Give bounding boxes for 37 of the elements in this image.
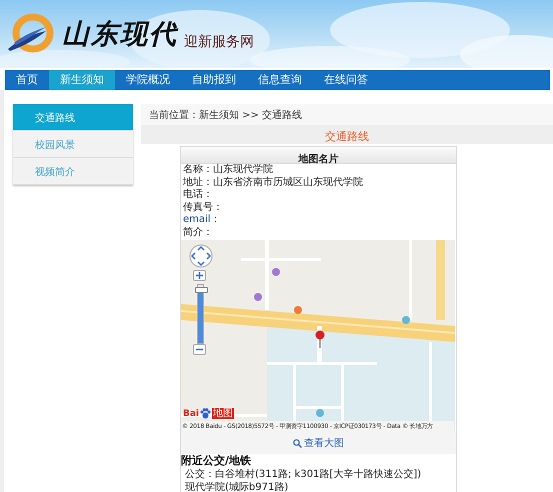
minus-icon	[196, 346, 203, 353]
map-logo-text: Bai	[183, 408, 200, 418]
view-larger-link[interactable]: 查看大图	[293, 436, 344, 450]
site-subtitle: 迎新服务网	[184, 33, 254, 51]
sidebar-item[interactable]: 交通路线	[13, 104, 133, 131]
zoom-in-button[interactable]	[193, 270, 206, 281]
page-title: 交通路线	[325, 130, 369, 143]
sidebar-item[interactable]: 校园风景	[13, 131, 133, 158]
transit-line: 公交：白谷堆村(311路; k301路[大辛十路快速公交])	[184, 468, 422, 481]
plus-icon	[196, 272, 203, 279]
field-value: 山东省济南市历城区山东现代学院	[213, 176, 363, 188]
card-title: 地图名片	[298, 154, 338, 165]
map-logo-label: 地图	[212, 408, 234, 419]
field-link[interactable]: email：	[183, 214, 221, 225]
field-label: 名称：	[183, 164, 213, 175]
transit-line: 现代学院(城际b971路)	[184, 481, 290, 492]
paw-icon	[200, 408, 212, 419]
nav-tab[interactable]: 信息查询	[247, 70, 313, 90]
field-label: 传真号：	[183, 202, 223, 212]
search-icon	[293, 438, 302, 448]
pan-button[interactable]	[189, 244, 213, 268]
nav-tab[interactable]: 新生须知	[49, 70, 115, 90]
logo-text: 山东现代	[62, 18, 178, 52]
zoom-thumb[interactable]	[195, 286, 208, 293]
nav-tab[interactable]: 首页	[5, 70, 49, 90]
map-pin-icon	[315, 330, 325, 348]
nav-tab[interactable]: 自助报到	[181, 70, 247, 90]
field-label: 简介：	[183, 226, 213, 238]
nav-tab[interactable]: 学院概况	[115, 70, 181, 90]
field-label: 地址：	[183, 176, 213, 188]
breadcrumb: 当前位置：新生须知 >> 交通路线	[149, 108, 302, 122]
field-label: 电话：	[183, 189, 213, 200]
nav-tab[interactable]: 在线问答	[313, 70, 379, 90]
logo-icon	[6, 13, 56, 55]
sidebar-item[interactable]: 视频简介	[13, 158, 133, 185]
zoom-out-button[interactable]	[193, 344, 206, 355]
field-value: 山东现代学院	[213, 164, 273, 175]
